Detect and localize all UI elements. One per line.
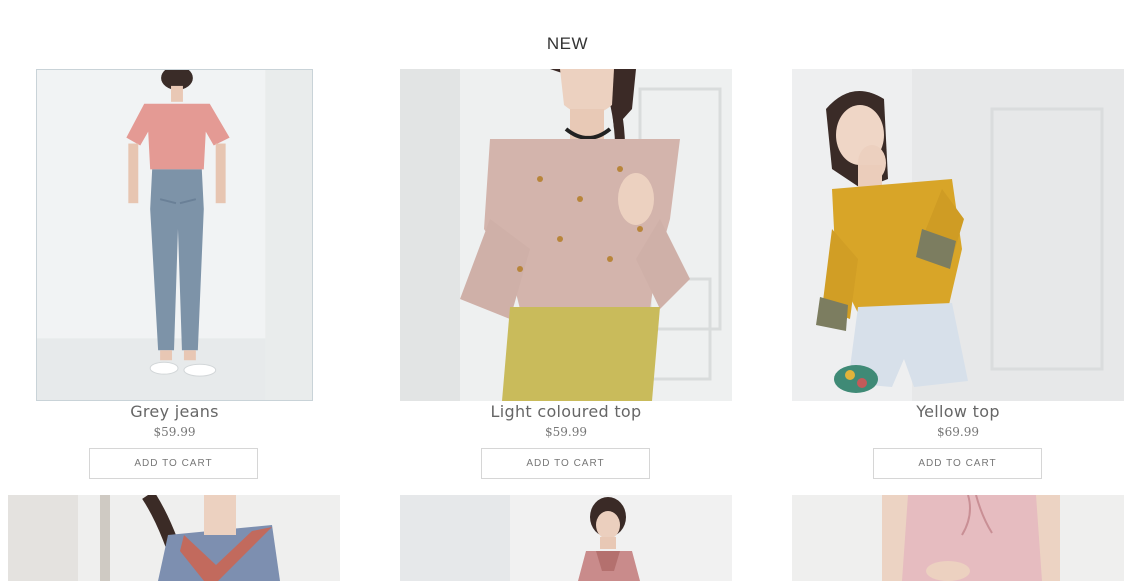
product-price: $59.99 [153, 425, 196, 439]
product-image-row2-col2[interactable] [400, 495, 732, 581]
product-price: $69.99 [937, 425, 979, 439]
section-title: NEW [546, 34, 589, 53]
product-name[interactable]: Light coloured top [400, 402, 732, 421]
product-name[interactable]: Yellow top [792, 402, 1124, 421]
product-price: $59.99 [545, 425, 587, 439]
product-image-row2-col1[interactable] [8, 495, 340, 581]
product-image-light-coloured-top[interactable] [400, 69, 732, 401]
add-to-cart-button[interactable]: ADD TO CART [89, 448, 258, 479]
add-to-cart-button[interactable]: ADD TO CART [481, 448, 650, 479]
product-name[interactable]: Grey jeans [36, 402, 313, 421]
add-to-cart-button[interactable]: ADD TO CART [873, 448, 1042, 479]
product-image-grey-jeans[interactable] [36, 69, 313, 401]
product-image-yellow-top[interactable] [792, 69, 1124, 401]
product-image-row2-col3[interactable] [792, 495, 1124, 581]
